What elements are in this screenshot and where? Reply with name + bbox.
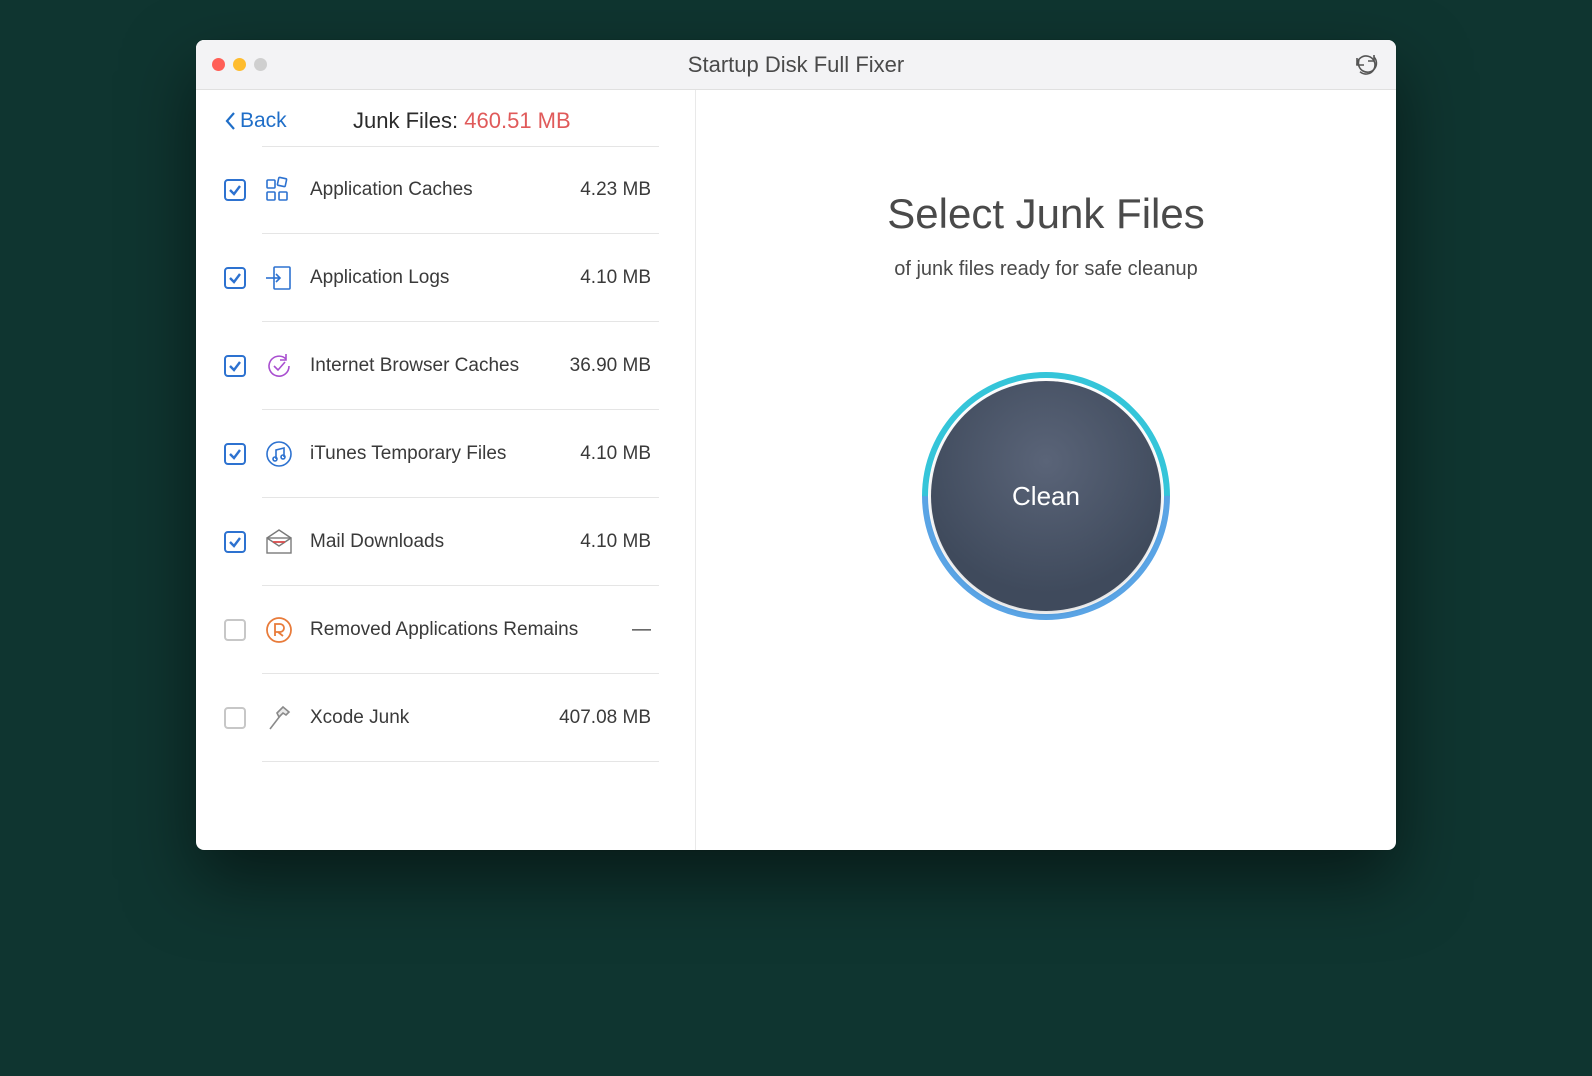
category-name: Mail Downloads <box>310 531 566 553</box>
category-row[interactable]: Mail Downloads 4.10 MB <box>196 498 687 586</box>
log-icon <box>262 261 296 295</box>
category-row[interactable]: Application Logs 4.10 MB <box>196 234 687 322</box>
clean-label: Clean <box>1012 481 1080 512</box>
category-row[interactable]: iTunes Temporary Files 4.10 MB <box>196 410 687 498</box>
category-name: Application Caches <box>310 179 566 201</box>
category-row[interactable]: Xcode Junk 407.08 MB <box>196 674 687 762</box>
category-content: Application Logs 4.10 MB <box>262 234 659 322</box>
category-content: Removed Applications Remains — <box>262 586 659 674</box>
category-content: iTunes Temporary Files 4.10 MB <box>262 410 659 498</box>
main-panel: Select Junk Files of junk files ready fo… <box>696 90 1396 850</box>
category-size: — <box>632 619 659 641</box>
window-title-prefix: Startup Disk Full <box>688 52 849 77</box>
mail-icon <box>262 525 296 559</box>
category-size: 36.90 MB <box>570 355 659 377</box>
category-checkbox[interactable] <box>224 619 246 641</box>
window-title: Startup Disk Full Fixer <box>688 52 904 78</box>
check-icon <box>228 535 242 549</box>
traffic-lights <box>212 58 267 71</box>
category-name: Internet Browser Caches <box>310 355 556 377</box>
music-icon <box>262 437 296 471</box>
check-icon <box>228 271 242 285</box>
category-name: Application Logs <box>310 267 566 289</box>
clean-button[interactable]: Clean <box>931 381 1161 611</box>
category-size: 4.23 MB <box>580 179 659 201</box>
check-icon <box>228 359 242 373</box>
chevron-left-icon <box>224 110 238 132</box>
main-subtitle: of junk files ready for safe cleanup <box>894 258 1198 281</box>
title-bar: Startup Disk Full Fixer <box>196 40 1396 90</box>
category-size: 4.10 MB <box>580 443 659 465</box>
junk-summary: Junk Files: 460.51 MB <box>287 108 667 134</box>
back-label: Back <box>240 109 287 133</box>
category-name: iTunes Temporary Files <box>310 443 566 465</box>
category-row[interactable]: Removed Applications Remains — <box>196 586 687 674</box>
category-size: 407.08 MB <box>559 707 659 729</box>
zoom-window-icon[interactable] <box>254 58 267 71</box>
window-title-strong: Fixer <box>855 52 904 77</box>
category-size: 4.10 MB <box>580 531 659 553</box>
category-list: Application Caches 4.23 MB Application Log… <box>196 146 695 762</box>
category-content: Mail Downloads 4.10 MB <box>262 498 659 586</box>
category-row[interactable]: Internet Browser Caches 36.90 MB <box>196 322 687 410</box>
category-content: Internet Browser Caches 36.90 MB <box>262 322 659 410</box>
clean-button-wrap: Clean <box>931 381 1161 611</box>
minimize-window-icon[interactable] <box>233 58 246 71</box>
hammer-icon <box>262 701 296 735</box>
content-area: Back Junk Files: 460.51 MB Application C… <box>196 90 1396 850</box>
category-content: Xcode Junk 407.08 MB <box>262 674 659 762</box>
category-checkbox[interactable] <box>224 267 246 289</box>
refresh-button[interactable] <box>1352 51 1380 79</box>
check-icon <box>228 183 242 197</box>
refresh-icon <box>1354 53 1378 77</box>
category-row[interactable]: Application Caches 4.23 MB <box>196 146 687 234</box>
sidebar-header: Back Junk Files: 460.51 MB <box>196 108 695 146</box>
category-name: Xcode Junk <box>310 707 545 729</box>
sidebar: Back Junk Files: 460.51 MB Application C… <box>196 90 696 850</box>
category-checkbox[interactable] <box>224 179 246 201</box>
refresh-check-icon <box>262 349 296 383</box>
removed-icon <box>262 613 296 647</box>
app-window: Startup Disk Full Fixer Back <box>196 40 1396 850</box>
category-content: Application Caches 4.23 MB <box>262 146 659 234</box>
category-size: 4.10 MB <box>580 267 659 289</box>
main-title: Select Junk Files <box>887 190 1204 238</box>
junk-summary-label: Junk Files: <box>353 108 458 133</box>
junk-summary-amount: 460.51 MB <box>464 108 570 133</box>
category-name: Removed Applications Remains <box>310 619 618 641</box>
close-window-icon[interactable] <box>212 58 225 71</box>
back-button[interactable]: Back <box>224 109 287 133</box>
category-checkbox[interactable] <box>224 443 246 465</box>
category-checkbox[interactable] <box>224 531 246 553</box>
check-icon <box>228 447 242 461</box>
grid-icon <box>262 173 296 207</box>
category-checkbox[interactable] <box>224 355 246 377</box>
category-checkbox[interactable] <box>224 707 246 729</box>
